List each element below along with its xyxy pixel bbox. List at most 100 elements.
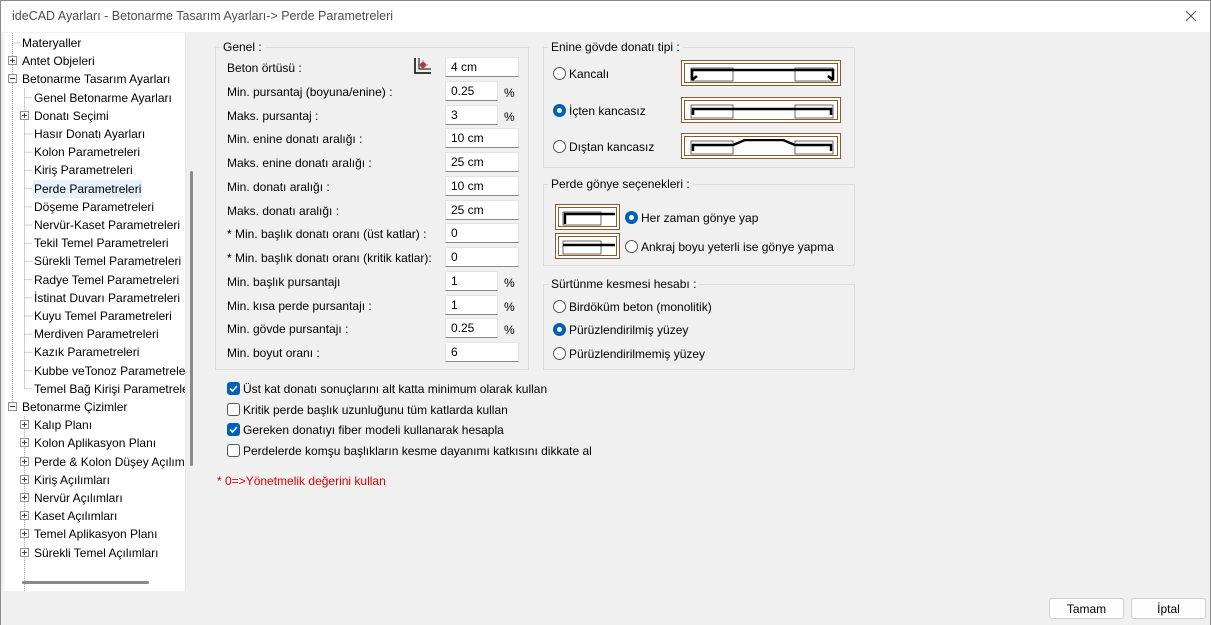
genel-field-input[interactable] bbox=[445, 105, 498, 125]
percent-unit: % bbox=[504, 300, 515, 314]
tree-expand-icon[interactable] bbox=[20, 547, 29, 557]
close-button[interactable] bbox=[1178, 3, 1204, 29]
tree-item[interactable]: Materyaller bbox=[4, 34, 185, 52]
tree-item[interactable]: Döşeme Parametreleri bbox=[4, 198, 185, 216]
surtunme-radio-0[interactable] bbox=[553, 300, 566, 313]
genel-field-input[interactable] bbox=[445, 247, 519, 267]
tree-expand-icon[interactable] bbox=[20, 493, 29, 502]
cancel-button[interactable]: İptal bbox=[1131, 598, 1206, 619]
tree-item[interactable]: Kalıp Planı bbox=[4, 416, 185, 434]
tree-item[interactable]: Nervür Açılımları bbox=[4, 489, 185, 507]
tree-item[interactable]: Perde & Kolon Düşey Açılıml bbox=[4, 453, 186, 471]
tree-item[interactable]: Temel Bağ Kirişi Parametreler bbox=[4, 380, 185, 398]
genel-field-input[interactable] bbox=[445, 128, 519, 148]
close-icon bbox=[1185, 10, 1197, 22]
genel-field-input[interactable] bbox=[445, 57, 519, 77]
genel-field-input[interactable] bbox=[445, 200, 519, 220]
enine-radio-0[interactable] bbox=[553, 67, 566, 80]
tree-item[interactable]: Temel Aplikasyon Planı bbox=[4, 525, 185, 543]
settings-tree[interactable]: Materyaller Antet Objeleri Betonarme Tasar… bbox=[4, 33, 186, 591]
genel-field-input[interactable] bbox=[445, 295, 498, 315]
tree-item[interactable]: Kolon Parametreleri bbox=[4, 143, 185, 161]
tree-item[interactable]: İstinat Duvarı Parametreleri bbox=[4, 289, 185, 307]
tree-item-label: Kazık Parametreleri bbox=[34, 345, 140, 360]
genel-group-title: Genel : bbox=[220, 40, 265, 54]
enine-radio-2[interactable] bbox=[553, 140, 566, 153]
tree-item-label: Perde & Kolon Düşey Açılıml bbox=[34, 454, 186, 469]
tree-item-label: Kaset Açılımları bbox=[34, 509, 118, 524]
surtunme-radio-label[interactable]: Pürüzlendirilmemiş yüzey bbox=[569, 347, 705, 361]
tree-expand-icon[interactable] bbox=[20, 420, 29, 430]
tree-expand-icon[interactable] bbox=[20, 456, 29, 466]
tree-item-label: Kiriş Parametreleri bbox=[34, 163, 133, 178]
tree-item[interactable]: Sürekli Temel Açılımları bbox=[4, 544, 185, 562]
genel-field-input[interactable] bbox=[445, 176, 519, 196]
tree-item[interactable]: Kubbe veTonoz Parametreler bbox=[4, 362, 185, 380]
tree-item[interactable]: Sürekli Temel Parametreleri bbox=[4, 252, 185, 270]
option-checkbox-2[interactable] bbox=[227, 423, 240, 436]
tree-item[interactable]: Hasır Donatı Ayarları bbox=[4, 125, 185, 143]
tree-collapse-icon[interactable] bbox=[8, 402, 17, 411]
tree-expand-icon[interactable] bbox=[20, 474, 29, 484]
option-checkbox-label[interactable]: Kritik perde başlık uzunluğunu tüm katla… bbox=[243, 403, 508, 417]
enine-radio-1[interactable] bbox=[553, 104, 566, 117]
enine-radio-label[interactable]: İçten kancasız bbox=[569, 104, 646, 118]
option-checkbox-label[interactable]: Gereken donatıyı fiber modeli kullanarak… bbox=[243, 423, 504, 437]
genel-field-input[interactable] bbox=[445, 271, 498, 291]
gonye-radio-label[interactable]: Her zaman gönye yap bbox=[641, 211, 758, 225]
tree-item[interactable]: Kolon Aplikasyon Planı bbox=[4, 434, 185, 452]
tree-item[interactable]: Merdiven Parametreleri bbox=[4, 325, 185, 343]
surtunme-radio-1[interactable] bbox=[553, 323, 566, 336]
enine-group-title: Enine gövde donatı tipi : bbox=[548, 40, 683, 54]
tree-expand-icon[interactable] bbox=[8, 56, 17, 66]
tree-item[interactable]: Betonarme Çizimler bbox=[4, 398, 185, 416]
tree-item[interactable]: Donatı Seçimi bbox=[4, 107, 185, 125]
tree-item[interactable]: Kazık Parametreleri bbox=[4, 343, 185, 361]
gonye-radio-1[interactable] bbox=[625, 240, 638, 253]
option-checkbox-label[interactable]: Perdelerde komşu başlıkların kesme dayan… bbox=[243, 444, 592, 458]
enine-radio-label[interactable]: Dıştan kancasız bbox=[569, 140, 654, 154]
genel-field-input[interactable] bbox=[445, 81, 498, 101]
concrete-cover-icon[interactable] bbox=[412, 56, 432, 76]
gonye-radio-label[interactable]: Ankraj boyu yeterli ise gönye yapma bbox=[641, 240, 834, 254]
tree-item[interactable]: Betonarme Tasarım Ayarları bbox=[4, 70, 185, 88]
tree-expand-icon[interactable] bbox=[20, 511, 29, 521]
option-checkbox-label[interactable]: Üst kat donatı sonuçlarını alt katta min… bbox=[243, 382, 547, 396]
ok-button[interactable]: Tamam bbox=[1049, 598, 1124, 619]
tree-item[interactable]: Kiriş Parametreleri bbox=[4, 161, 185, 179]
tree-item[interactable]: Genel Betonarme Ayarları bbox=[4, 89, 185, 107]
tree-item-label: Sürekli Temel Açılımları bbox=[34, 545, 159, 560]
tree-item[interactable]: Nervür-Kaset Parametreleri bbox=[4, 216, 185, 234]
tree-expand-icon[interactable] bbox=[20, 529, 29, 539]
tree-item[interactable]: Antet Objeleri bbox=[4, 52, 185, 70]
tree-item[interactable]: Kuyu Temel Parametreleri bbox=[4, 307, 185, 325]
tree-item-label: Betonarme Tasarım Ayarları bbox=[22, 72, 171, 87]
option-checkbox-3[interactable] bbox=[227, 444, 240, 457]
genel-field-input[interactable] bbox=[445, 152, 519, 172]
tree-item[interactable]: Kiriş Açılımları bbox=[4, 471, 185, 489]
tree-horizontal-scrollbar[interactable] bbox=[22, 581, 149, 584]
tree-item[interactable]: Radye Temel Parametreleri bbox=[4, 271, 185, 289]
tree-item[interactable]: Perde Parametreleri bbox=[4, 179, 185, 198]
genel-field-input[interactable] bbox=[445, 318, 498, 338]
surtunme-radio-label[interactable]: Birdöküm beton (monolitik) bbox=[569, 300, 712, 314]
gonye-radio-0[interactable] bbox=[625, 211, 638, 224]
genel-field-label: * Min. başlık donatı oranı (üst katlar) … bbox=[227, 227, 427, 241]
percent-unit: % bbox=[504, 323, 515, 337]
tree-item-label: Temel Aplikasyon Planı bbox=[34, 527, 158, 542]
genel-field-input[interactable] bbox=[445, 223, 519, 243]
enine-radio-label[interactable]: Kancalı bbox=[569, 67, 609, 81]
tree-item[interactable]: Kaset Açılımları bbox=[4, 507, 185, 525]
tree-expand-icon[interactable] bbox=[20, 438, 29, 448]
option-checkbox-1[interactable] bbox=[227, 403, 240, 416]
genel-field-input[interactable] bbox=[445, 342, 519, 362]
option-checkbox-0[interactable] bbox=[227, 382, 240, 395]
outer-unhooked-rebar-image bbox=[681, 133, 841, 159]
tree-vertical-scrollbar[interactable] bbox=[190, 171, 193, 466]
tree-item[interactable]: Tekil Temel Parametreleri bbox=[4, 234, 185, 252]
surtunme-radio-2[interactable] bbox=[553, 347, 566, 360]
surtunme-radio-label[interactable]: Pürüzlendirilmiş yüzey bbox=[569, 323, 688, 337]
tree-collapse-icon[interactable] bbox=[8, 74, 17, 84]
tree-expand-icon[interactable] bbox=[20, 110, 29, 120]
genel-field-label: Min. gövde pursantajı : bbox=[227, 322, 349, 336]
